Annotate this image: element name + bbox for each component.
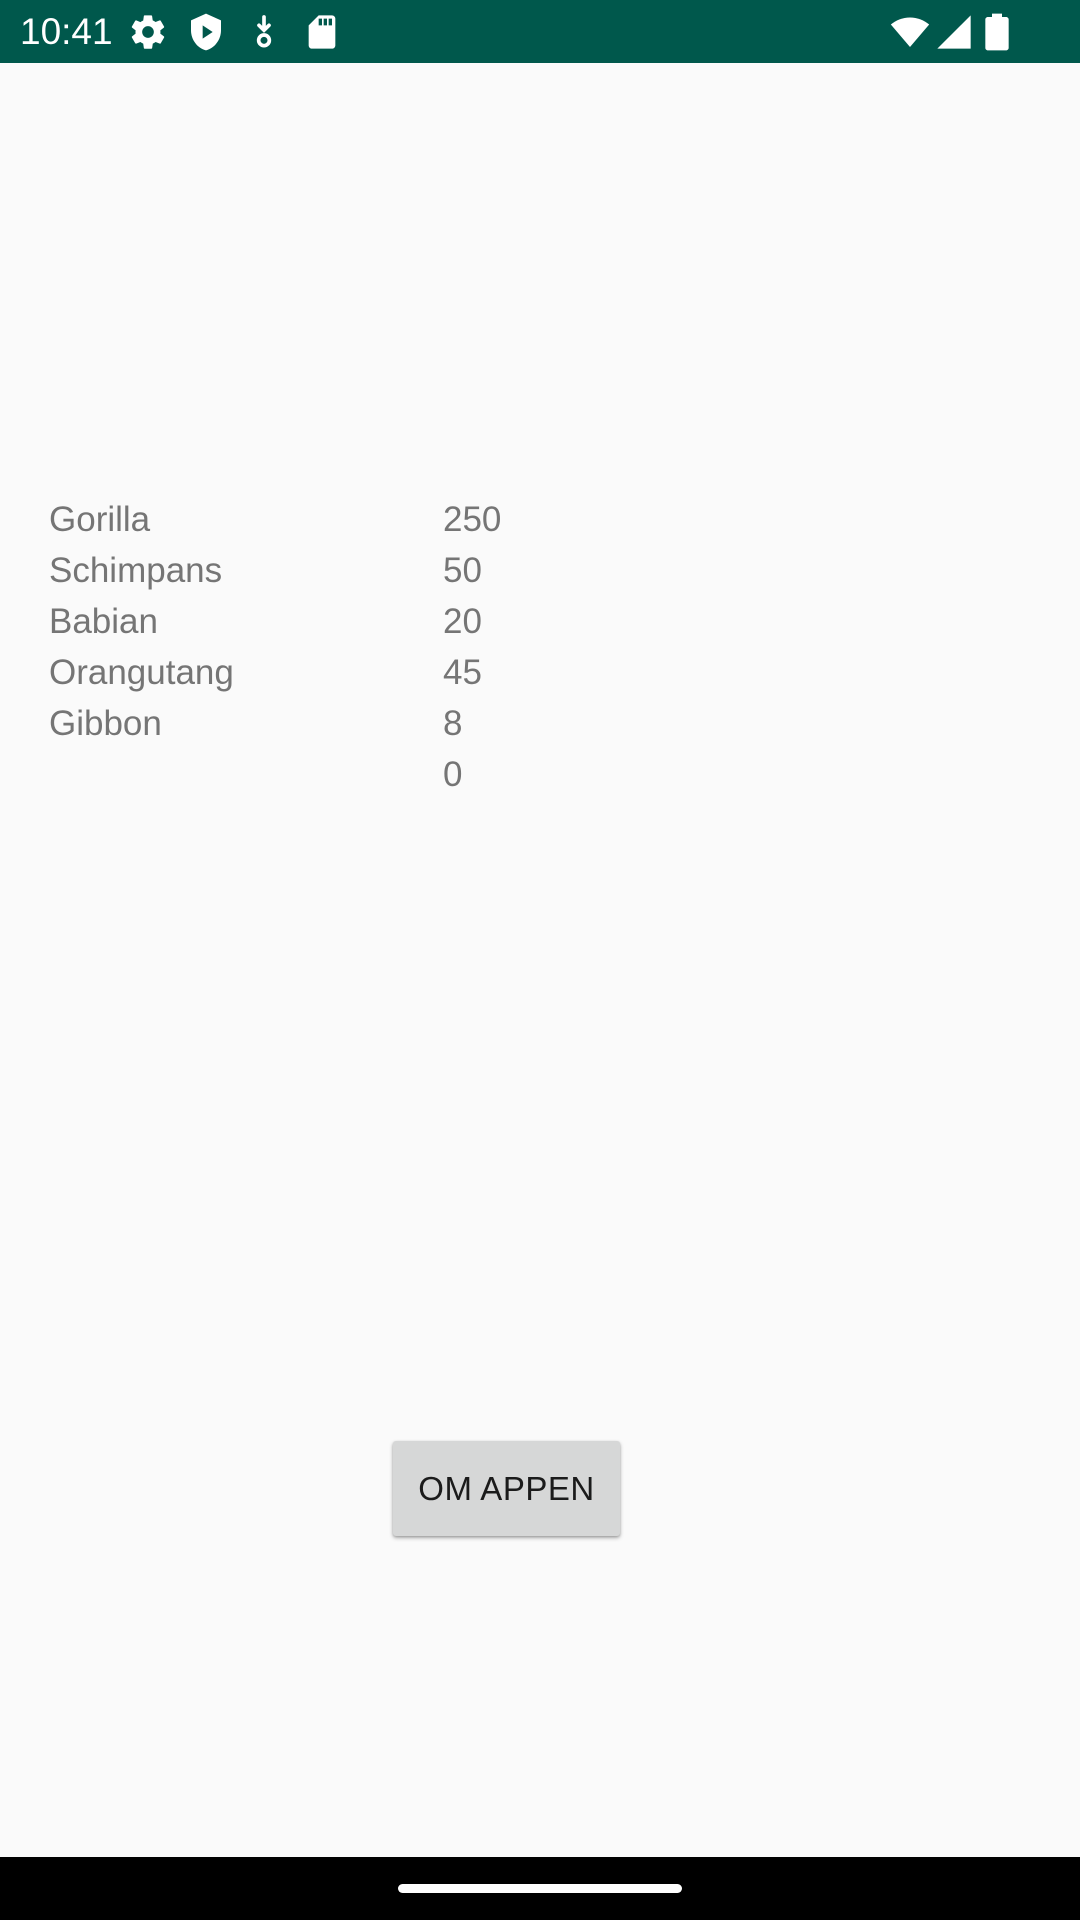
list-item: Gibbon 8 <box>0 698 1080 749</box>
primate-name: Babian <box>49 602 158 641</box>
list-item: Orangutang 45 <box>0 647 1080 698</box>
home-gesture-handle[interactable] <box>398 1884 682 1893</box>
cell-signal-icon <box>934 12 974 52</box>
shield-play-icon <box>186 12 226 52</box>
download-icon <box>244 12 284 52</box>
primate-name: Gibbon <box>49 704 162 743</box>
primate-count: 8 <box>443 704 463 743</box>
battery-icon <box>982 12 1012 52</box>
primate-count: 50 <box>443 551 482 590</box>
sd-card-icon <box>302 12 342 52</box>
status-time: 10:41 <box>20 11 113 52</box>
primate-count: 0 <box>443 755 463 794</box>
status-bar: 10:41 <box>0 0 1080 63</box>
primate-list: Gorilla 250 Schimpans 50 Babian 20 Orang… <box>0 494 1080 800</box>
primate-count: 20 <box>443 602 482 641</box>
list-item: Babian 20 <box>0 596 1080 647</box>
wifi-icon <box>888 12 932 52</box>
primate-count: 250 <box>443 500 502 539</box>
list-item: Gorilla 250 <box>0 494 1080 545</box>
list-item: 0 <box>0 749 1080 800</box>
primate-name: Orangutang <box>49 653 234 692</box>
primate-name: Schimpans <box>49 551 223 590</box>
primate-count: 45 <box>443 653 482 692</box>
navigation-bar <box>0 1857 1080 1920</box>
primate-name: Gorilla <box>49 500 151 539</box>
gear-icon <box>128 12 168 52</box>
about-app-button[interactable]: OM APPEN <box>393 1441 620 1536</box>
app-screen: 10:41 Gorilla 250 Schimpans 50 Babian 20… <box>0 0 1080 1920</box>
list-item: Schimpans 50 <box>0 545 1080 596</box>
